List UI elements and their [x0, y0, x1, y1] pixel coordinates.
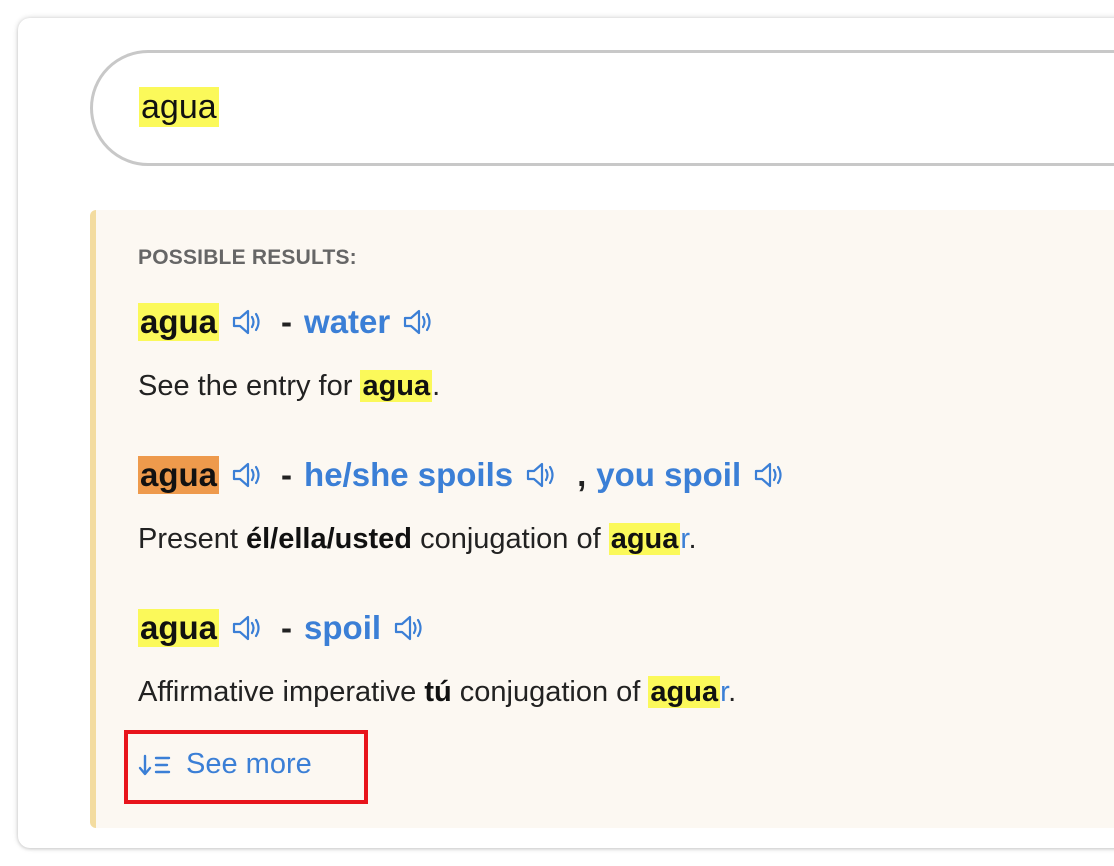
dictionary-card: agua POSSIBLE RESULTS: agua - water See …	[18, 18, 1114, 848]
search-input[interactable]: agua	[90, 50, 1114, 166]
dash-separator: -	[281, 303, 293, 340]
desc-text: .	[728, 676, 737, 708]
result-entry-headline: agua - spoil	[138, 606, 441, 650]
comma-separator: ,	[577, 456, 587, 493]
result-description: Affirmative imperative tú conjugation of…	[138, 672, 736, 712]
desc-text: .	[432, 370, 441, 402]
infinitive-link[interactable]: aguar	[648, 676, 728, 708]
desc-text: conjugation of	[412, 523, 609, 555]
infinitive-link[interactable]: aguar	[608, 523, 688, 555]
desc-text: Present	[138, 523, 246, 555]
desc-highlight: agua	[608, 523, 681, 555]
desc-text: .	[688, 523, 697, 555]
translation-link[interactable]: spoil	[304, 609, 381, 647]
desc-highlight-link[interactable]: agua	[360, 370, 433, 402]
desc-highlight: agua	[648, 676, 721, 708]
results-heading: POSSIBLE RESULTS:	[138, 246, 357, 269]
desc-bold: tú	[424, 676, 452, 708]
desc-link-suffix: r	[720, 676, 729, 708]
speaker-icon[interactable]	[231, 308, 265, 336]
see-more-label: See more	[186, 748, 312, 780]
speaker-icon[interactable]	[393, 614, 427, 642]
desc-text: conjugation of	[451, 676, 649, 708]
translation-link[interactable]: you spoil	[596, 456, 741, 494]
headword[interactable]: agua	[138, 609, 220, 647]
translation-link[interactable]: he/she spoils	[304, 456, 513, 494]
speaker-icon[interactable]	[525, 461, 559, 489]
speaker-icon[interactable]	[231, 614, 265, 642]
desc-text: See the entry for	[138, 370, 361, 402]
speaker-icon[interactable]	[231, 461, 265, 489]
result-description: Present él/ella/usted conjugation of agu…	[138, 519, 697, 559]
translation-link[interactable]: water	[304, 303, 390, 341]
result-entry-headline: agua - water	[138, 300, 450, 344]
dash-separator: -	[281, 609, 293, 646]
see-more-button[interactable]: See more	[138, 748, 312, 781]
dash-separator: -	[281, 456, 293, 493]
see-more-focus-outline: See more	[124, 730, 368, 804]
speaker-icon[interactable]	[753, 461, 787, 489]
headword[interactable]: agua	[138, 456, 220, 494]
result-description: See the entry for agua.	[138, 366, 440, 406]
search-input-value[interactable]: agua	[139, 87, 219, 127]
desc-bold: él/ella/usted	[246, 523, 413, 555]
result-entry-headline: agua - he/she spoils , you spoil	[138, 453, 801, 497]
headword[interactable]: agua	[138, 303, 220, 341]
sort-down-list-icon	[138, 753, 172, 777]
speaker-icon[interactable]	[402, 308, 436, 336]
desc-text: Affirmative imperative	[138, 676, 425, 708]
